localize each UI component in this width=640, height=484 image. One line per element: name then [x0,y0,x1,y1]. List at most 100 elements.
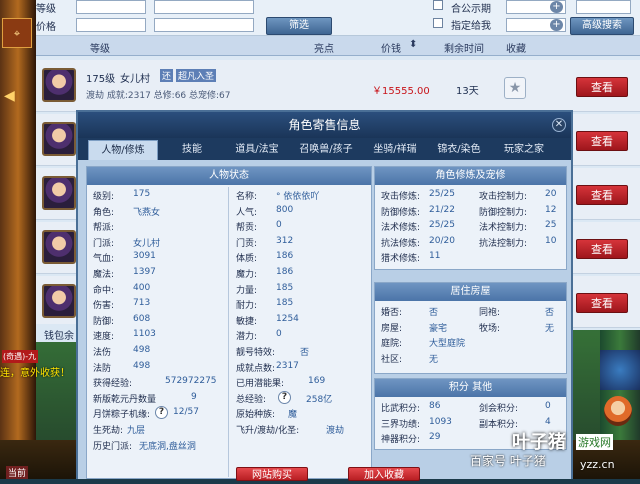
price-max-input[interactable] [154,18,254,32]
stat-value: 女儿村 [133,238,161,249]
tab-mounts[interactable]: 坐骑/祥瑞 [364,140,426,160]
col-time-left[interactable]: 剩余时间 [444,40,484,55]
watermark-logo-sub: 游戏网 [576,434,613,450]
cultivation-value: 25 [545,220,557,231]
stat-value: 498 [133,345,151,355]
points-value: 0 [545,401,551,411]
advanced-search-button[interactable]: 高级搜索 [570,17,634,35]
points-value: 86 [429,401,441,411]
col-highlight: 亮点 [314,44,334,55]
left-arrow-icon[interactable]: ◀ [4,88,15,104]
tab-character[interactable]: 人物/修炼 [88,140,158,160]
stat-value: 无底洞,盘丝洞 [139,441,196,452]
cultivation-label: 抗法控制力: [479,238,528,249]
cultivation-label: 防御修炼: [381,207,421,218]
stat-label: 原始种族: [236,410,276,421]
house-value: 豪宅 [429,323,448,334]
stat-label: 气血: [93,254,115,265]
points-title: 积分 其他 [375,379,566,397]
cultivation-label: 法术控制力: [479,223,528,234]
close-icon[interactable]: ✕ [552,118,566,132]
sort-arrow-icon[interactable]: ⬍ [409,39,417,50]
view-button[interactable]: 查看 [576,131,628,151]
house-label: 婚否: [381,308,403,318]
minimap-icon[interactable]: ⌖ [2,18,32,48]
view-button[interactable]: 查看 [576,239,628,259]
stat-label: 法伤 [93,348,112,358]
portrait-icon[interactable] [604,396,632,426]
stat-label: 生死劫: [93,426,124,436]
house-label: 房屋: [381,323,403,334]
stat-label: 力量: [236,285,258,296]
filter-button[interactable]: 筛选 [266,17,332,35]
cultivation-title: 角色修炼及宠修 [375,167,566,185]
chat-line-2: 连，意外收获！ [0,368,70,379]
character-info-dialog: 角色寄售信息 ✕ 人物/修炼 技能 道具/法宝 召唤兽/孩子 坐骑/祥瑞 锦衣/… [76,110,573,481]
avatar [42,284,76,318]
view-button[interactable]: 查看 [576,185,628,205]
stat-label: 魔法: [93,270,115,280]
help-icon[interactable]: ? [278,390,291,404]
stat-value: 1397 [133,267,156,277]
view-button[interactable]: 查看 [576,77,628,97]
cultivation-label: 抗法修炼: [381,238,421,249]
tab-costumes[interactable]: 锦衣/染色 [428,140,490,160]
stat-value: 185 [276,298,294,309]
stat-label: 靓号特效: [236,348,276,358]
col-price[interactable]: 价钱 [381,40,401,55]
stat-label: 伤害: [93,301,115,312]
extra-input-3[interactable] [576,0,631,14]
price-min-input[interactable] [76,18,146,32]
view-button[interactable]: 查看 [576,293,628,313]
cultivation-label: 法术修炼: [381,223,421,234]
badge-return: 还 [160,69,174,82]
plus-icon[interactable]: + [550,19,563,31]
tab-skills[interactable]: 技能 [164,140,220,160]
stat-label: 防御: [93,316,115,327]
stat-value: 3091 [133,251,156,262]
tab-items[interactable]: 道具/法宝 [226,140,288,160]
listing-row[interactable]: 175级 女儿村 还 超凡入圣 渡劫 成就:2317 总修:66 总宠修:67 … [36,60,640,112]
level-min-input[interactable] [76,0,146,14]
stat-value: 572972275 [165,376,217,387]
stat-value: 1103 [133,329,156,340]
dialog-tabs: 人物/修炼 技能 道具/法宝 召唤兽/孩子 坐骑/祥瑞 锦衣/染色 玩家之家 [78,138,571,160]
tab-pets[interactable]: 召唤兽/孩子 [290,140,362,160]
filter-bar: 等级 价格 筛选 合公示期 指定给我 + + 高级搜索 [36,0,640,36]
public-checkbox[interactable] [433,0,443,10]
help-icon[interactable]: ? [155,406,168,420]
stat-label: 人气: [236,207,258,218]
pet-portrait-icon[interactable] [600,350,640,390]
stat-value: 608 [133,313,151,324]
stat-label: 魔力: [236,270,258,280]
tab-home[interactable]: 玩家之家 [492,140,556,160]
col-level: 等级 [90,44,110,55]
specified-checkbox[interactable] [433,18,443,28]
house-label: 同袍: [479,308,501,318]
watermark-logo: 叶子猪 [512,432,566,453]
status-left-column: 级别: 175 角色: 飞燕女 帮派: 门派: 女儿村 气血: 3091 魔法: 1397 命中: 40… [87,187,229,477]
stat-label: 门贡: [236,238,258,249]
listing-level: 175级 [86,74,116,85]
stat-value: 175 [133,189,151,199]
stat-label: 潜力: [236,332,258,343]
points-label: 神器积分: [381,435,421,446]
stat-label: 级别: [93,192,115,202]
stat-value: 312 [276,235,294,246]
stat-value: 258亿 [306,394,333,405]
house-label: 牧场: [479,323,501,334]
favorite-star-icon[interactable]: ★ [504,77,526,99]
level-label: 等级 [36,4,56,15]
stat-value: 否 [300,348,310,358]
stat-value: 9 [191,391,197,402]
cultivation-label: 防御控制力: [479,207,528,218]
points-label: 剑会积分: [479,404,519,414]
house-label: 社区: [381,354,403,365]
level-max-input[interactable] [154,0,254,14]
public-label: 合公示期 [451,4,491,15]
current-channel-label[interactable]: 当前 [6,466,29,479]
plus-icon[interactable]: + [550,1,563,13]
stat-label: 月饼粽子机缘: [93,410,151,421]
stat-label: 新版乾元丹数量 [93,394,157,405]
dialog-title: 角色寄售信息 [78,112,571,138]
